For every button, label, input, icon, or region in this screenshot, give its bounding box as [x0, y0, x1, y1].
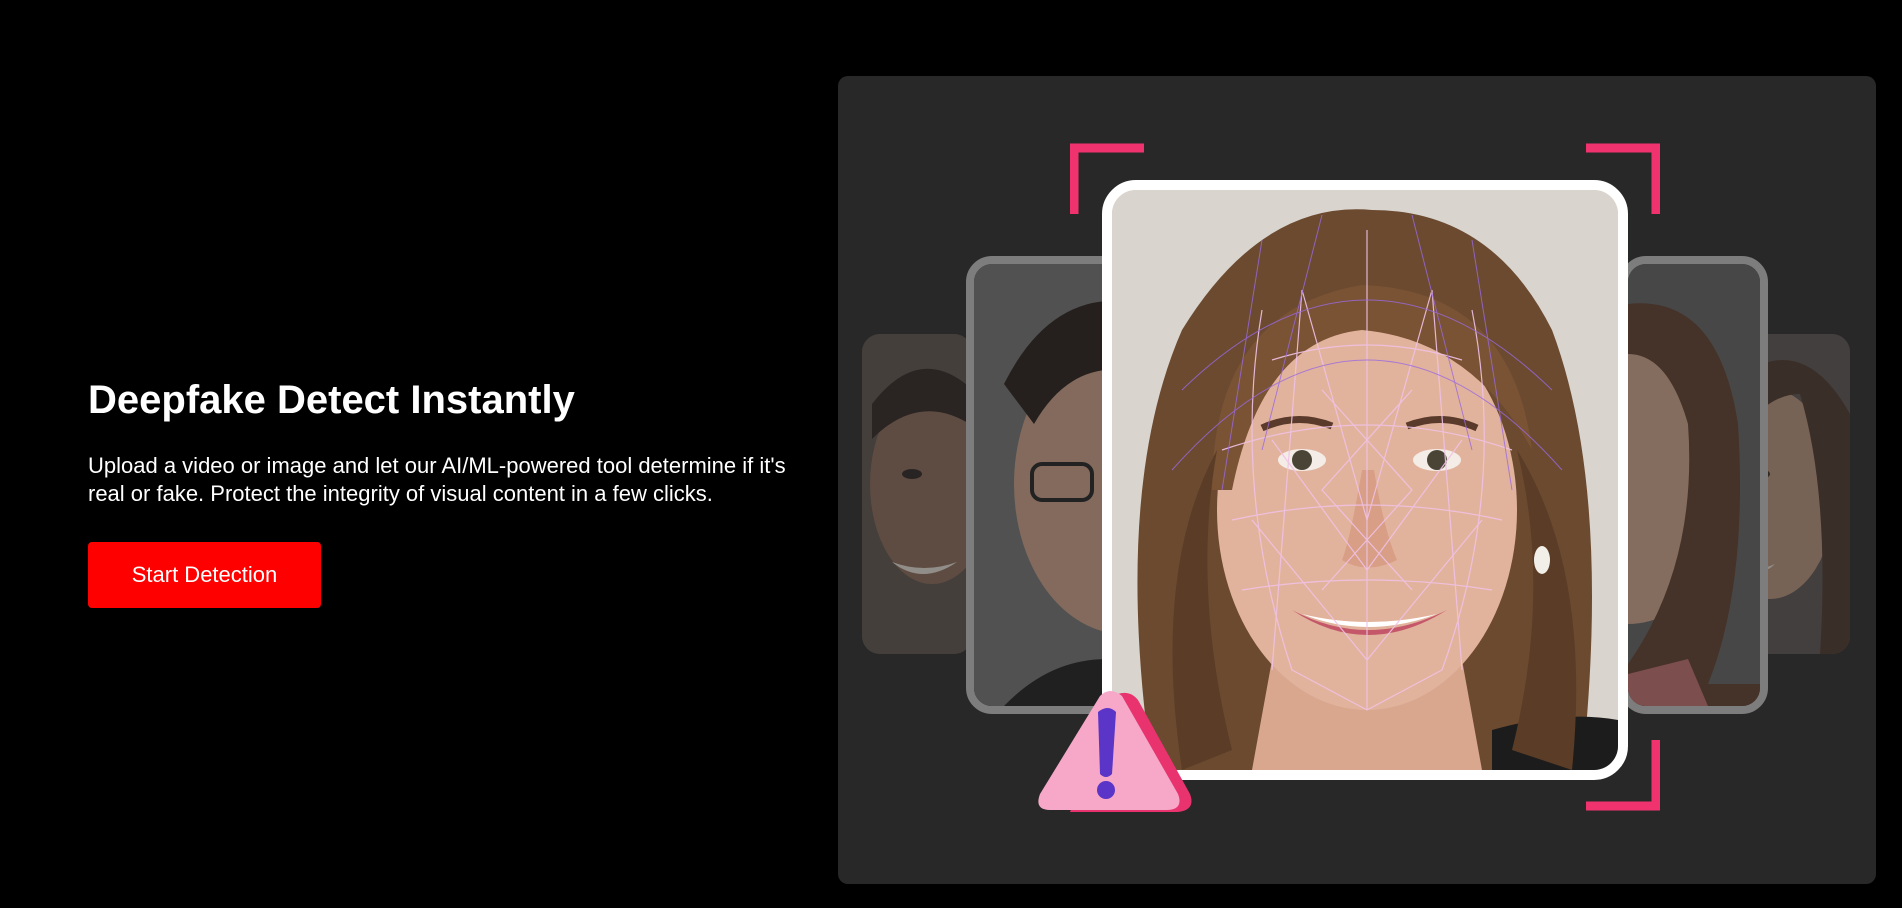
scan-bracket-top-right-icon	[1586, 143, 1660, 214]
scan-bracket-top-left-icon	[1070, 143, 1144, 214]
hero-title: Deepfake Detect Instantly	[88, 378, 575, 422]
start-detection-button[interactable]: Start Detection	[88, 542, 321, 608]
page: Deepfake Detect Instantly Upload a video…	[0, 0, 1902, 908]
hero-section: Deepfake Detect Instantly Upload a video…	[88, 376, 828, 508]
face-card-far-left	[862, 334, 972, 654]
warning-icon	[1038, 691, 1192, 812]
face-mesh-overlay	[1112, 190, 1618, 770]
hero-description: Upload a video or image and let our AI/M…	[88, 453, 786, 506]
scan-bracket-bottom-right-icon	[1586, 740, 1660, 811]
face-card-right	[1620, 256, 1768, 714]
hero-visual-panel	[838, 76, 1876, 884]
